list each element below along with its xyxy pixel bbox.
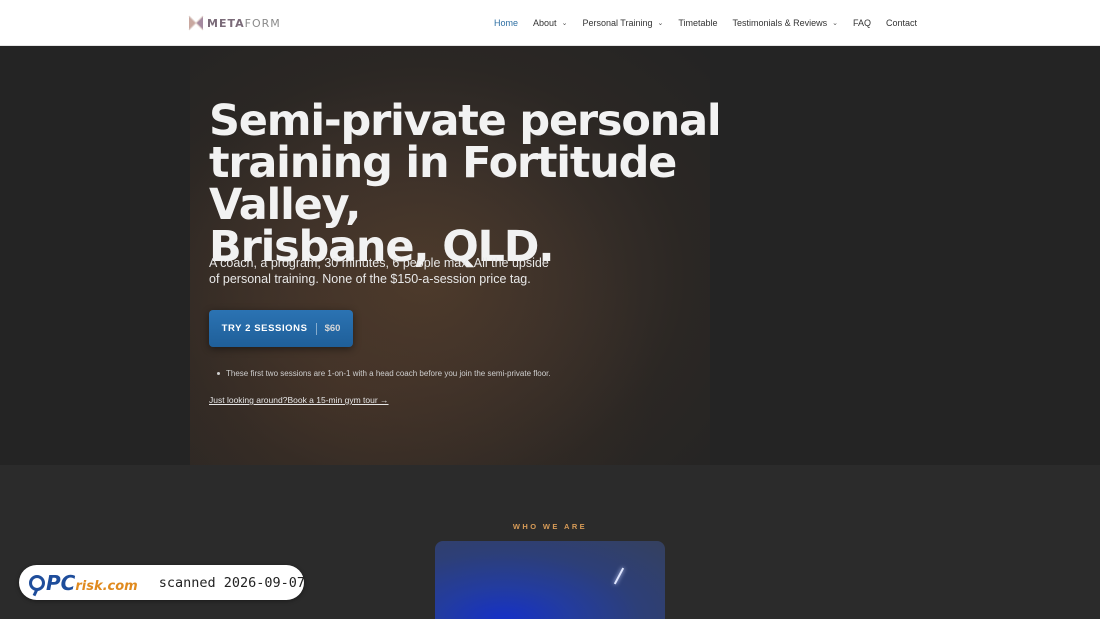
logo-text: METAFORM bbox=[207, 16, 281, 30]
bullet-icon bbox=[217, 372, 220, 375]
scan-date: scanned 2026-09-07 bbox=[158, 574, 306, 591]
chevron-down-icon: ⌄ bbox=[657, 20, 664, 27]
nav-item-home[interactable]: Home bbox=[494, 18, 518, 28]
nav-item-about[interactable]: About ⌄ bbox=[533, 18, 567, 28]
section-eyebrow: WHO WE ARE bbox=[512, 522, 588, 531]
nav-item-personal-training[interactable]: Personal Training ⌄ bbox=[582, 18, 663, 28]
logo-mark-icon bbox=[188, 15, 204, 31]
sessions-note: These first two sessions are 1-on-1 with… bbox=[217, 369, 551, 378]
nav-item-timetable[interactable]: Timetable bbox=[678, 18, 717, 28]
hero-subtitle: A coach, a program, 30 minutes, 6 people… bbox=[209, 256, 549, 286]
nav-item-label: About bbox=[533, 18, 557, 28]
top-navigation: METAFORM Home About ⌄ Personal Training … bbox=[0, 0, 1100, 46]
cta-price: $60 bbox=[324, 323, 341, 334]
nav-item-label: Home bbox=[494, 18, 519, 28]
who-we-are-image bbox=[435, 541, 665, 619]
chevron-down-icon: ⌄ bbox=[561, 20, 568, 27]
nav-item-label: FAQ bbox=[852, 18, 871, 28]
gym-tour-link[interactable]: Just looking around?Book a 15-min gym to… bbox=[209, 395, 389, 405]
hero-section: Semi-private personal training in Fortit… bbox=[0, 46, 1100, 465]
nav-item-faq[interactable]: FAQ bbox=[853, 18, 871, 28]
pcrisk-scan-badge: PCrisk.com scanned 2026-09-07 bbox=[19, 565, 306, 600]
sessions-note-text: These first two sessions are 1-on-1 with… bbox=[226, 369, 551, 378]
metaform-logo[interactable]: METAFORM bbox=[188, 14, 281, 32]
pcrisk-wordmark: PCrisk.com bbox=[46, 570, 138, 595]
nav-item-testimonials[interactable]: Testimonials & Reviews ⌄ bbox=[733, 18, 838, 28]
nav-item-contact[interactable]: Contact bbox=[886, 18, 917, 28]
hero-title: Semi-private personal training in Fortit… bbox=[209, 100, 729, 269]
light-streak bbox=[613, 567, 625, 585]
cta-label: TRY 2 SESSIONS bbox=[221, 323, 308, 334]
chevron-down-icon: ⌄ bbox=[832, 20, 838, 27]
hero-title-line: training in Fortitude Valley, bbox=[209, 138, 677, 230]
try-2-sessions-button[interactable]: TRY 2 SESSIONS $60 bbox=[209, 310, 353, 347]
pcrisk-logo: PCrisk.com bbox=[29, 571, 138, 595]
nav-item-label: Contact bbox=[885, 18, 917, 28]
nav-item-label: Timetable bbox=[678, 18, 718, 28]
nav-item-label: Personal Training bbox=[582, 18, 653, 28]
main-menu: Home About ⌄ Personal Training ⌄ Timetab… bbox=[479, 0, 917, 46]
nav-item-label: Testimonials & Reviews bbox=[732, 18, 828, 28]
cta-divider bbox=[315, 322, 317, 335]
magnifier-icon bbox=[29, 574, 45, 591]
